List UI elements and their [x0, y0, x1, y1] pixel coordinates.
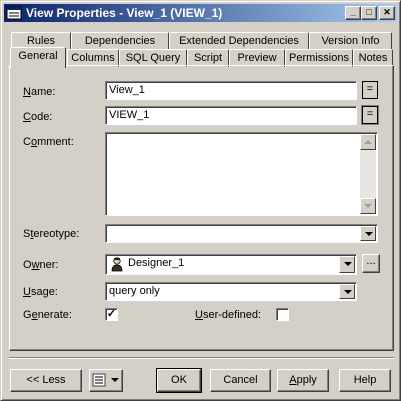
usage-label: Usage: — [23, 286, 58, 298]
tab-version-info[interactable]: Version Info — [309, 32, 392, 50]
owner-browse-button[interactable]: ... — [362, 254, 380, 273]
code-name-equal-button[interactable]: = — [361, 105, 379, 125]
owner-value: Designer_1 — [128, 257, 185, 269]
comment-label: Comment: — [23, 136, 74, 148]
tab-row-back: Rules Dependencies Extended Dependencies… — [9, 32, 394, 50]
ok-button[interactable]: OK — [156, 368, 202, 393]
usage-value: query only — [109, 285, 160, 297]
title-bar[interactable]: View Properties - View_1 (VIEW_1) _ □ ✕ — [4, 4, 397, 22]
window-title: View Properties - View_1 (VIEW_1) — [26, 6, 223, 20]
apply-button[interactable]: Apply — [277, 369, 329, 392]
view-icon — [6, 6, 22, 20]
code-label: Code: — [23, 111, 53, 123]
help-button[interactable]: Help — [339, 369, 391, 392]
name-input[interactable]: View_1 — [105, 81, 357, 100]
tab-general[interactable]: General — [10, 47, 66, 68]
scroll-up-icon[interactable] — [360, 134, 376, 150]
owner-label: Owner: — [23, 259, 59, 271]
user-defined-label: User-defined: — [195, 309, 262, 321]
cancel-button[interactable]: Cancel — [210, 369, 271, 392]
name-label: Name: — [23, 86, 56, 98]
tab-extended-dependencies[interactable]: Extended Dependencies — [169, 32, 309, 50]
chevron-down-icon[interactable] — [360, 226, 376, 241]
view-properties-dialog: View Properties - View_1 (VIEW_1) _ □ ✕ … — [0, 0, 401, 401]
chevron-down-icon[interactable] — [339, 256, 355, 273]
minimize-button[interactable]: _ — [345, 6, 361, 20]
stereotype-combobox[interactable] — [105, 224, 378, 243]
generate-checkbox[interactable]: ✓ — [105, 308, 118, 321]
less-button[interactable]: << Less — [10, 369, 82, 392]
comment-scrollbar[interactable] — [360, 134, 376, 214]
generate-label: Generate: — [23, 309, 72, 321]
user-defined-checkbox[interactable] — [276, 308, 289, 321]
stereotype-label: Stereotype: — [23, 228, 80, 240]
usage-combobox[interactable]: query only — [105, 282, 357, 301]
comment-textarea[interactable] — [105, 132, 378, 216]
general-tab-panel: Name: View_1 = Code: VIEW_1 = Comment: S… — [9, 65, 394, 351]
close-button[interactable]: ✕ — [379, 6, 395, 20]
name-code-equal-button[interactable]: = — [362, 81, 378, 99]
user-icon — [111, 257, 123, 272]
code-input[interactable]: VIEW_1 — [105, 106, 357, 125]
chevron-down-icon — [111, 378, 119, 382]
button-separator — [9, 357, 394, 359]
maximize-button[interactable]: □ — [361, 6, 377, 20]
scroll-down-icon[interactable] — [360, 198, 376, 214]
list-icon — [92, 373, 106, 387]
tab-dependencies[interactable]: Dependencies — [71, 32, 169, 50]
owner-combobox[interactable]: Designer_1 — [105, 254, 357, 275]
chevron-down-icon[interactable] — [339, 284, 355, 299]
property-menu-button[interactable] — [89, 369, 123, 392]
